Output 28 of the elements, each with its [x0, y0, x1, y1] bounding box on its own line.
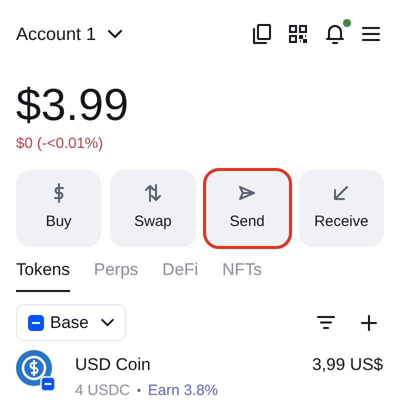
- network-logo-icon: [28, 314, 44, 330]
- arrow-down-left-icon: [334, 186, 348, 200]
- token-value: 3,99 US$: [312, 354, 384, 376]
- tab[interactable]: Tokens: [16, 256, 70, 292]
- chevron-down-icon: [100, 318, 114, 326]
- swap-arrows-icon: [144, 184, 161, 202]
- dollar-icon: [52, 182, 65, 203]
- coin-logo-icon: [16, 350, 56, 392]
- network-dropdown[interactable]: Base: [16, 304, 126, 341]
- earn-link[interactable]: Earn 3.8%: [148, 380, 218, 402]
- balance-amount: $3.99: [16, 82, 130, 127]
- send-icon: [238, 184, 256, 201]
- chevron-down-icon: [108, 30, 122, 38]
- balance-change: $0 (-<0.01%): [16, 134, 104, 154]
- swap-button[interactable]: Swap: [110, 170, 196, 246]
- qr-code-icon[interactable]: [288, 24, 308, 44]
- receive-button[interactable]: Receive: [298, 170, 384, 246]
- separator-dot: •: [137, 384, 141, 398]
- plus-icon[interactable]: [361, 314, 377, 330]
- bell-icon[interactable]: [325, 23, 345, 45]
- account-selector[interactable]: Account 1: [16, 20, 122, 48]
- copy-icon[interactable]: [253, 24, 271, 44]
- menu-icon[interactable]: [362, 27, 380, 41]
- token-amount: 4 USDC: [75, 380, 130, 400]
- filter-icon[interactable]: [317, 316, 335, 329]
- token-name: USD Coin: [75, 354, 152, 376]
- send-button[interactable]: Send: [204, 170, 290, 246]
- buy-button[interactable]: Buy: [16, 170, 102, 246]
